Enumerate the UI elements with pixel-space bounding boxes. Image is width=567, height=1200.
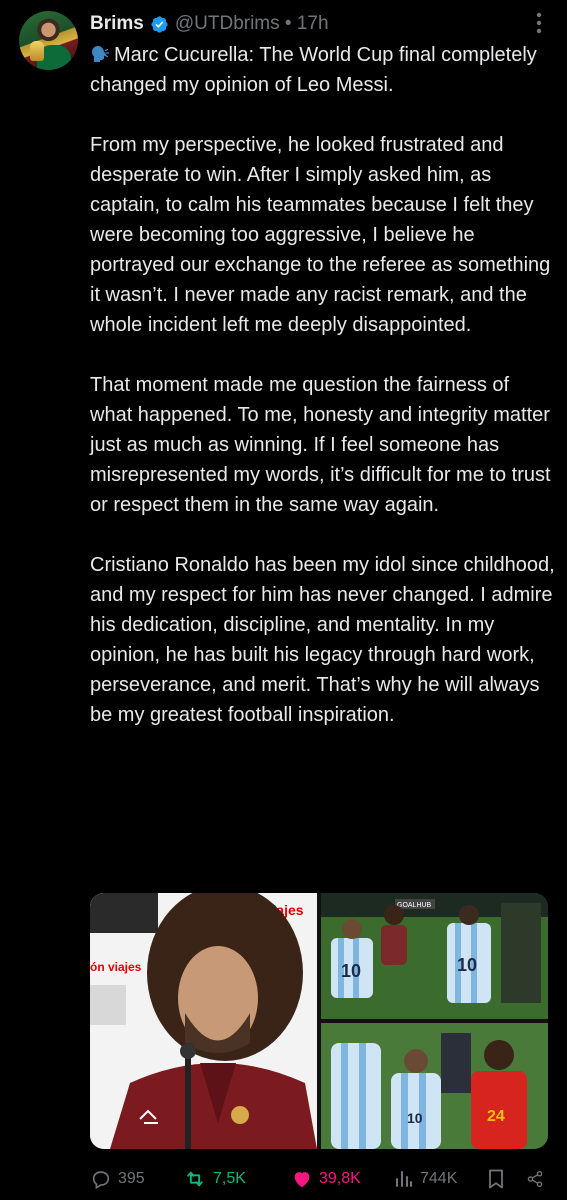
views-chart-icon (396, 1171, 412, 1187)
repost-count: 7,5K (213, 1170, 246, 1187)
bookmark-icon (489, 1169, 503, 1189)
media-image-cucurella-press[interactable]: Vodafone viajes ón viajes (90, 893, 317, 1149)
tweet-media-grid: Vodafone viajes ón viajes GOALHUB 10 (90, 893, 548, 1149)
messi-photo-illustration: 10 24 (321, 1023, 548, 1149)
tweet-header: Brims @UTDbrims • 17h (90, 11, 329, 37)
tweet-paragraph-text: Marc Cucurella: The World Cup final comp… (90, 44, 537, 96)
heart-icon (294, 1172, 310, 1188)
bookmark-button[interactable] (486, 1168, 526, 1190)
shirt-number-d: 10 (407, 1110, 423, 1126)
speaking-head-icon (92, 46, 110, 62)
shirt-number-a: 10 (341, 961, 361, 981)
repost-button[interactable]: 7,5K (183, 1168, 291, 1190)
media-image-messi-cucurella[interactable]: 10 24 (321, 1023, 548, 1149)
author-display-name[interactable]: Brims (90, 13, 144, 35)
like-button[interactable]: 39,8K (291, 1168, 394, 1190)
tweet-text: Marc Cucurella: The World Cup final comp… (90, 40, 556, 760)
author-handle-time[interactable]: @UTDbrims • 17h (175, 13, 329, 35)
views-button[interactable]: 744K (394, 1168, 486, 1190)
watermark-text: GOALHUB (397, 902, 432, 909)
tweet-paragraph: Marc Cucurella: The World Cup final comp… (90, 40, 556, 100)
verified-badge-icon (151, 15, 168, 33)
shirt-number-c: 24 (487, 1108, 505, 1125)
reply-icon (92, 1171, 110, 1190)
share-button[interactable] (526, 1168, 550, 1190)
media-image-pitch-argument[interactable]: GOALHUB 10 10 (321, 893, 548, 1019)
share-icon (527, 1170, 543, 1188)
tweet-paragraph: That moment made me question the fairnes… (90, 374, 551, 516)
reply-button[interactable]: 395 (90, 1168, 183, 1190)
tweet-paragraph: From my perspective, he looked frustrate… (90, 134, 551, 336)
author-avatar[interactable] (19, 11, 78, 70)
press-photo-illustration: Vodafone viajes ón viajes (90, 893, 317, 1149)
repost-icon (187, 1171, 203, 1187)
reply-count: 395 (118, 1170, 145, 1187)
view-count: 744K (420, 1170, 458, 1187)
more-options-icon[interactable] (527, 12, 551, 34)
like-count: 39,8K (319, 1170, 361, 1187)
tweet-paragraph: Cristiano Ronaldo has been my idol since… (90, 554, 555, 726)
sponsor-side-text: ón viajes (90, 960, 142, 974)
tweet-action-bar: 395 7,5K 39,8K 744K (90, 1163, 556, 1195)
avatar-trophy (30, 41, 44, 61)
shirt-number-b: 10 (457, 955, 477, 975)
pitch-photo-illustration: GOALHUB 10 10 (321, 893, 548, 1019)
